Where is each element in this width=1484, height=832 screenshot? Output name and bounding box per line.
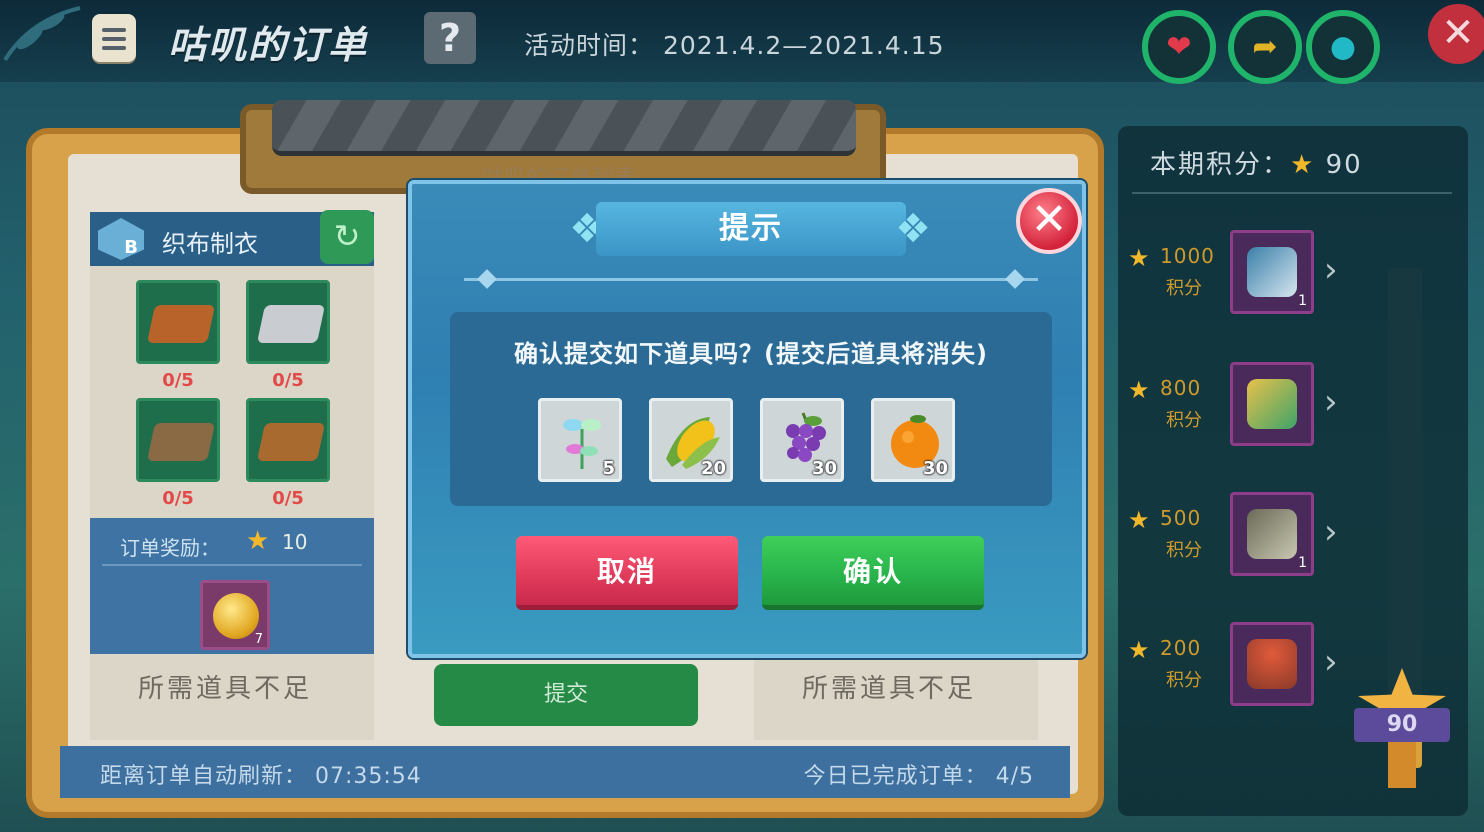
dialog-title-bar: 提示 bbox=[596, 202, 906, 256]
dialog-title: 提示 bbox=[719, 211, 783, 246]
diamond-ornament-icon bbox=[477, 269, 497, 289]
submit-item[interactable]: 30 bbox=[760, 398, 844, 482]
divider bbox=[464, 278, 1038, 281]
cancel-button[interactable]: 取消 bbox=[516, 536, 738, 610]
submit-item[interactable]: 30 bbox=[871, 398, 955, 482]
submit-item[interactable]: 20 bbox=[649, 398, 733, 482]
swirl-ornament-icon: ❖ bbox=[895, 206, 931, 252]
close-dialog-button[interactable]: ✕ bbox=[1016, 188, 1082, 254]
confirm-content: 确认提交如下道具吗？(提交后道具将消失) 5 20 30 30 bbox=[450, 312, 1052, 506]
item-quantity: 30 bbox=[811, 458, 837, 479]
item-quantity: 20 bbox=[700, 458, 726, 479]
confirm-button[interactable]: 确认 bbox=[762, 536, 984, 610]
item-quantity: 5 bbox=[602, 458, 615, 479]
confirm-message: 确认提交如下道具吗？(提交后道具将消失) bbox=[514, 340, 988, 368]
diamond-ornament-icon bbox=[1005, 269, 1025, 289]
confirm-dialog: ❖ 提示 ❖ ✕ 确认提交如下道具吗？(提交后道具将消失) 5 20 30 30… bbox=[408, 180, 1086, 658]
item-quantity: 30 bbox=[922, 458, 948, 479]
submit-item[interactable]: 5 bbox=[538, 398, 622, 482]
